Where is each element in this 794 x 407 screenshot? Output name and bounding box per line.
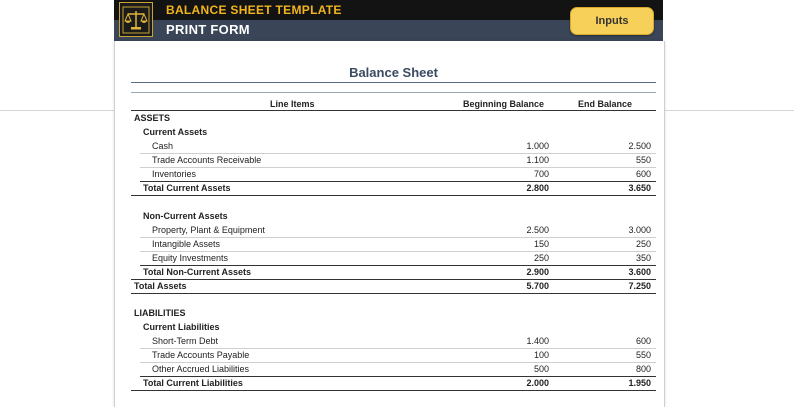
end-value: 250 <box>635 239 651 249</box>
table-row: Short-Term Debt 1.400 600 <box>131 334 656 348</box>
table-row: Other Accrued Liabilities 500 800 <box>131 362 656 376</box>
beginning-value: 2.800 <box>526 183 549 193</box>
row-divider <box>131 293 656 294</box>
table-row: Equity Investments 250 350 <box>131 251 656 265</box>
beginning-value: 150 <box>533 239 549 249</box>
row-label: Total Current Assets <box>143 183 231 193</box>
row-label: ASSETS <box>134 113 171 123</box>
grand-total-row: Total Assets 5.700 7.250 <box>131 279 656 293</box>
beginning-value: 500 <box>533 364 549 374</box>
inputs-button[interactable]: Inputs <box>570 7 654 35</box>
end-value: 1.950 <box>628 378 651 388</box>
end-value: 600 <box>635 169 651 179</box>
beginning-value: 2.500 <box>526 225 549 235</box>
title-rule-lower <box>131 92 656 93</box>
end-value: 550 <box>635 155 651 165</box>
group-heading-non-current-assets: Non-Current Assets <box>131 209 656 223</box>
row-label: Total Assets <box>134 281 187 291</box>
row-label: Property, Plant & Equipment <box>152 225 265 235</box>
column-header-beginning-balance: Beginning Balance <box>463 99 545 109</box>
row-label: LIABILITIES <box>134 308 186 318</box>
row-label: Current Assets <box>143 127 208 137</box>
table-row: Property, Plant & Equipment 2.500 3.000 <box>131 223 656 237</box>
column-header-end-balance: End Balance <box>578 99 633 109</box>
beginning-value: 100 <box>533 350 549 360</box>
end-value: 3.000 <box>628 225 651 235</box>
row-label: Current Liabilities <box>143 322 220 332</box>
total-row: Total Current Assets 2.800 3.650 <box>131 181 656 195</box>
scales-of-justice-icon <box>119 2 153 37</box>
row-label: Total Non-Current Assets <box>143 267 252 277</box>
beginning-value: 2.000 <box>526 378 549 388</box>
end-value: 800 <box>635 364 651 374</box>
sheet-title: Balance Sheet <box>349 65 438 80</box>
row-label: Other Accrued Liabilities <box>152 364 250 374</box>
row-label: Intangible Assets <box>152 239 221 249</box>
total-row: Total Current Liabilities 2.000 1.950 <box>131 376 656 390</box>
row-label: Inventories <box>152 169 197 179</box>
end-value: 2.500 <box>628 141 651 151</box>
end-value: 3.650 <box>628 183 651 193</box>
table-row: Trade Accounts Payable 100 550 <box>131 348 656 362</box>
column-header-line-items: Line Items <box>270 99 315 109</box>
table-row: Intangible Assets 150 250 <box>131 237 656 251</box>
beginning-value: 700 <box>533 169 549 179</box>
table-row: Cash 1.000 2.500 <box>131 139 656 153</box>
row-label: Total Current Liabilities <box>143 378 243 388</box>
row-label: Cash <box>152 141 174 151</box>
row-label: Trade Accounts Receivable <box>152 155 262 165</box>
end-value: 3.600 <box>628 267 651 277</box>
app-header: BALANCE SHEET TEMPLATE PRINT FORM Inputs <box>114 0 663 41</box>
page-subtitle: PRINT FORM <box>166 22 250 37</box>
table-row: Trade Accounts Receivable 1.100 550 <box>131 153 656 167</box>
row-divider <box>131 390 656 391</box>
row-label: Equity Investments <box>152 253 229 263</box>
title-rule <box>131 82 656 83</box>
row-divider <box>131 195 656 196</box>
end-value: 350 <box>635 253 651 263</box>
row-label: Short-Term Debt <box>152 336 219 346</box>
beginning-value: 1.000 <box>526 141 549 151</box>
row-label: Trade Accounts Payable <box>152 350 250 360</box>
beginning-value: 5.700 <box>526 281 549 291</box>
beginning-value: 2.900 <box>526 267 549 277</box>
group-heading-current-assets: Current Assets <box>131 125 656 139</box>
group-heading-current-liabilities: Current Liabilities <box>131 320 656 334</box>
end-value: 600 <box>635 336 651 346</box>
total-row: Total Non-Current Assets 2.900 3.600 <box>131 265 656 279</box>
section-heading-assets: ASSETS <box>131 111 656 125</box>
beginning-value: 1.100 <box>526 155 549 165</box>
table-row: Inventories 700 600 <box>131 167 656 181</box>
end-value: 550 <box>635 350 651 360</box>
section-heading-liabilities: LIABILITIES <box>131 306 656 320</box>
beginning-value: 1.400 <box>526 336 549 346</box>
beginning-value: 250 <box>533 253 549 263</box>
end-value: 7.250 <box>628 281 651 291</box>
row-label: Non-Current Assets <box>143 211 228 221</box>
app-title: BALANCE SHEET TEMPLATE <box>166 3 342 17</box>
